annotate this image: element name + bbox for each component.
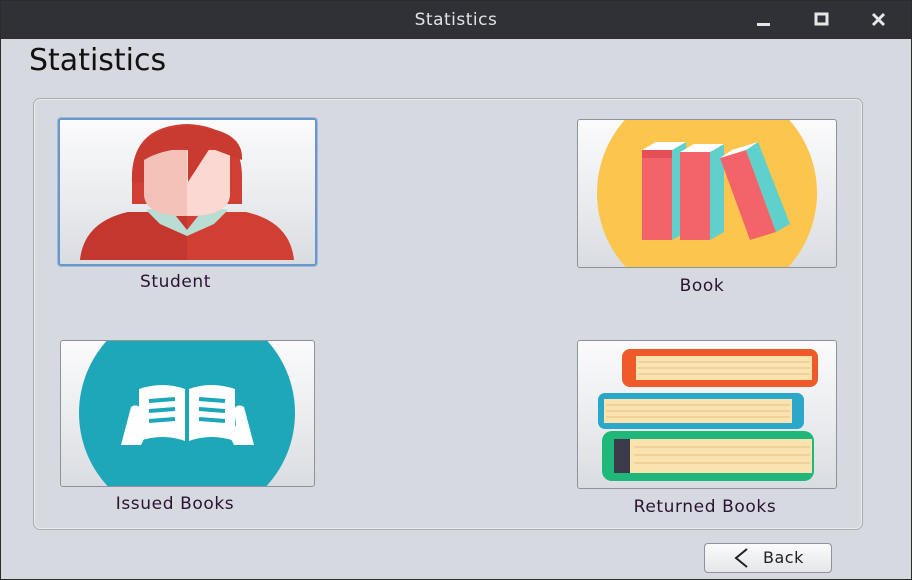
back-button-label: Back	[763, 548, 804, 567]
maximize-icon	[814, 12, 829, 26]
minimize-button[interactable]	[751, 7, 777, 33]
returned-books-label: Returned Books	[633, 497, 777, 517]
title-bar: Statistics	[1, 1, 911, 39]
minimize-icon	[757, 23, 770, 26]
chevron-left-icon	[734, 548, 748, 568]
issued-books-button[interactable]	[60, 340, 315, 487]
page-title: Statistics	[29, 43, 167, 78]
student-avatar-icon	[80, 124, 294, 260]
books-icon	[597, 120, 817, 267]
statistics-window: Statistics Statistics Student Book Issue…	[0, 0, 912, 580]
close-icon	[871, 12, 886, 27]
maximize-button[interactable]	[809, 7, 835, 33]
student-button[interactable]	[58, 118, 317, 266]
back-button[interactable]: Back	[704, 543, 832, 573]
returned-books-button[interactable]	[577, 340, 837, 489]
close-button[interactable]	[866, 7, 892, 33]
open-book-icon	[79, 341, 295, 486]
book-button[interactable]	[577, 119, 837, 268]
book-stack-icon	[598, 349, 818, 481]
issued-books-label: Issued Books	[115, 494, 235, 514]
student-label: Student	[139, 272, 212, 292]
book-label: Book	[679, 276, 725, 296]
